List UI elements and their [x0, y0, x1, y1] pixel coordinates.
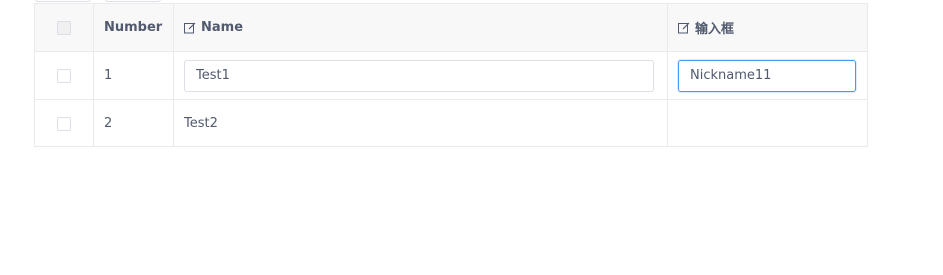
- header-name-cell: Name: [174, 4, 668, 51]
- select-all-checkbox[interactable]: [57, 20, 71, 35]
- row-input-cell: [668, 52, 867, 99]
- row-number: 1: [104, 68, 113, 83]
- toolbar-button-1[interactable]: [35, 0, 91, 2]
- toolbar-button-2[interactable]: [105, 0, 161, 2]
- edit-icon: [184, 22, 196, 33]
- row-checkbox[interactable]: [57, 116, 71, 131]
- row-name-cell[interactable]: Test2: [174, 100, 668, 147]
- row-checkbox-cell: [35, 100, 94, 147]
- edit-icon: [678, 22, 690, 33]
- row-number: 2: [104, 116, 113, 131]
- header-number-cell: Number: [94, 4, 174, 51]
- row-name-cell: [174, 52, 668, 99]
- header-input-label: 输入框: [695, 22, 735, 37]
- editable-table: Number Name 输入框 1 Test1 Nickname11 2 Tes…: [34, 3, 868, 147]
- name-input[interactable]: [184, 59, 654, 92]
- row-number-cell: 1: [94, 52, 174, 99]
- row-input-cell[interactable]: [668, 100, 867, 147]
- table-row: 2 Test2: [35, 100, 867, 147]
- table-row: 1: [35, 52, 867, 100]
- header-number-label: Number: [104, 20, 163, 35]
- row-number-cell: 2: [94, 100, 174, 147]
- table-header-row: Number Name 输入框: [35, 4, 867, 52]
- header-checkbox-cell: [35, 4, 94, 51]
- row-name: Test2: [184, 116, 218, 131]
- header-name-label: Name: [201, 20, 244, 35]
- row-checkbox-cell: [35, 52, 94, 99]
- header-input-cell: 输入框: [668, 4, 867, 51]
- row-checkbox[interactable]: [57, 68, 71, 83]
- nickname-input[interactable]: [678, 59, 856, 92]
